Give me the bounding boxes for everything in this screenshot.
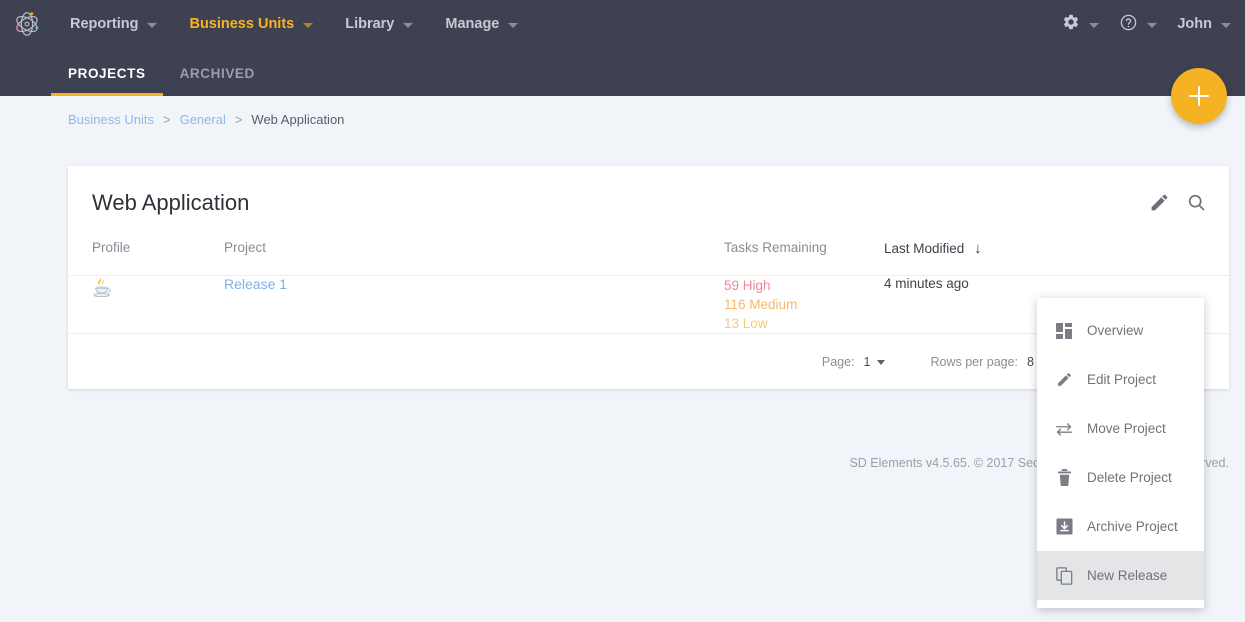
- cell-tasks-remaining: 59 High 116 Medium 13 Low: [724, 276, 884, 334]
- task-count-low-value: 13: [724, 316, 739, 331]
- task-count-medium-label: Medium: [749, 297, 797, 312]
- column-label: Profile: [92, 240, 130, 255]
- task-count-high: 59 High: [724, 276, 884, 295]
- card-header: Web Application: [68, 166, 1229, 240]
- rows-per-page-value: 8: [1027, 355, 1034, 369]
- tab-label: ARCHIVED: [180, 66, 255, 81]
- context-menu-item-overview[interactable]: Overview: [1037, 306, 1204, 355]
- context-menu-item-edit-project[interactable]: Edit Project: [1037, 355, 1204, 404]
- context-menu-item-label: Archive Project: [1087, 519, 1178, 534]
- chevron-down-icon: [1147, 23, 1157, 28]
- rows-per-page-selector[interactable]: Rows per page: 8: [930, 355, 1049, 369]
- breadcrumb-separator: >: [163, 112, 171, 127]
- task-count-low: 13 Low: [724, 314, 884, 333]
- sd-elements-atom-logo[interactable]: [2, 0, 52, 48]
- user-menu[interactable]: John: [1177, 16, 1231, 32]
- context-menu-item-label: Delete Project: [1087, 470, 1172, 485]
- nav-item-label: Reporting: [70, 16, 138, 32]
- search-icon[interactable]: [1186, 192, 1207, 218]
- task-count-medium: 116 Medium: [724, 295, 884, 314]
- nav-right-group: John: [1042, 0, 1231, 48]
- help-menu[interactable]: [1119, 13, 1157, 36]
- top-navigation-bar: Reporting Business Units Library Manage: [0, 0, 1245, 96]
- last-modified-value: 4 minutes ago: [884, 276, 969, 291]
- help-circle-icon: [1119, 13, 1138, 36]
- settings-menu[interactable]: [1062, 13, 1099, 35]
- page-title: Web Application: [92, 190, 249, 216]
- task-count-high-value: 59: [724, 278, 739, 293]
- card-action-group: [1133, 192, 1207, 218]
- primary-nav-row: Reporting Business Units Library Manage: [0, 0, 1245, 48]
- breadcrumb-item-business-units[interactable]: Business Units: [68, 112, 154, 127]
- nav-item-label: Library: [345, 16, 394, 32]
- trash-icon: [1053, 469, 1075, 486]
- task-count-high-label: High: [743, 278, 771, 293]
- tab-projects[interactable]: PROJECTS: [51, 66, 163, 96]
- column-header-profile[interactable]: Profile: [68, 240, 224, 276]
- page-selector[interactable]: Page: 1: [822, 355, 886, 369]
- task-count-medium-value: 116: [724, 297, 746, 312]
- java-coffee-cup-icon: [92, 288, 114, 303]
- breadcrumb-item-general[interactable]: General: [180, 112, 226, 127]
- rows-per-page-label: Rows per page:: [930, 355, 1018, 369]
- nav-item-reporting[interactable]: Reporting: [70, 16, 157, 32]
- table-header: Profile Project Tasks Remaining Last Mod…: [68, 240, 1229, 276]
- breadcrumb-separator: >: [235, 112, 243, 127]
- column-label: Tasks Remaining: [724, 240, 827, 255]
- chevron-down-icon: [403, 23, 413, 28]
- column-label: Last Modified: [884, 241, 964, 256]
- nav-item-list: Reporting Business Units Library Manage: [70, 16, 550, 32]
- table-header-row: Profile Project Tasks Remaining Last Mod…: [68, 240, 1229, 276]
- column-label: Project: [224, 240, 266, 255]
- column-header-tasks-remaining[interactable]: Tasks Remaining: [724, 240, 884, 276]
- tab-archived[interactable]: ARCHIVED: [163, 66, 272, 96]
- gear-icon: [1062, 13, 1080, 35]
- copy-duplicate-icon: [1053, 567, 1075, 585]
- cell-project: Release 1: [224, 276, 724, 334]
- edit-icon[interactable]: [1149, 192, 1170, 218]
- nav-item-manage[interactable]: Manage: [445, 16, 518, 32]
- chevron-down-icon: [147, 23, 157, 28]
- add-button[interactable]: [1171, 68, 1227, 124]
- chevron-down-icon: [508, 23, 518, 28]
- cell-profile: [68, 276, 224, 334]
- context-menu-item-label: Overview: [1087, 323, 1143, 338]
- context-menu-item-label: New Release: [1087, 568, 1167, 583]
- context-menu-item-label: Move Project: [1087, 421, 1166, 436]
- project-link-release-1[interactable]: Release 1: [224, 276, 287, 292]
- nav-item-business-units[interactable]: Business Units: [189, 16, 313, 32]
- page-label: Page:: [822, 355, 855, 369]
- grid-dashboard-icon: [1053, 323, 1075, 339]
- column-header-project[interactable]: Project: [224, 240, 724, 276]
- breadcrumb: Business Units > General > Web Applicati…: [68, 112, 344, 127]
- move-arrows-icon: [1053, 421, 1075, 437]
- breadcrumb-item-current: Web Application: [251, 112, 344, 127]
- nav-item-library[interactable]: Library: [345, 16, 413, 32]
- context-menu-item-move-project[interactable]: Move Project: [1037, 404, 1204, 453]
- chevron-down-icon[interactable]: [877, 360, 885, 365]
- chevron-down-icon: [1089, 23, 1099, 28]
- project-context-menu: Overview Edit Project Move Project: [1037, 298, 1204, 608]
- task-count-low-label: Low: [743, 316, 768, 331]
- sort-descending-arrow-icon: ↓: [974, 240, 982, 257]
- pencil-icon: [1053, 371, 1075, 388]
- user-name-label: John: [1177, 16, 1212, 32]
- nav-item-label: Manage: [445, 16, 499, 32]
- archive-box-icon: [1053, 518, 1075, 535]
- context-menu-item-delete-project[interactable]: Delete Project: [1037, 453, 1204, 502]
- column-header-last-modified[interactable]: Last Modified ↓: [884, 240, 1229, 276]
- chevron-down-icon: [303, 23, 313, 28]
- page-value: 1: [864, 355, 871, 369]
- chevron-down-icon: [1221, 23, 1231, 28]
- tab-label: PROJECTS: [68, 66, 146, 81]
- secondary-tab-row: PROJECTS ARCHIVED: [0, 48, 272, 96]
- context-menu-item-label: Edit Project: [1087, 372, 1156, 387]
- context-menu-item-archive-project[interactable]: Archive Project: [1037, 502, 1204, 551]
- nav-item-label: Business Units: [189, 16, 294, 32]
- context-menu-item-new-release[interactable]: New Release: [1037, 551, 1204, 600]
